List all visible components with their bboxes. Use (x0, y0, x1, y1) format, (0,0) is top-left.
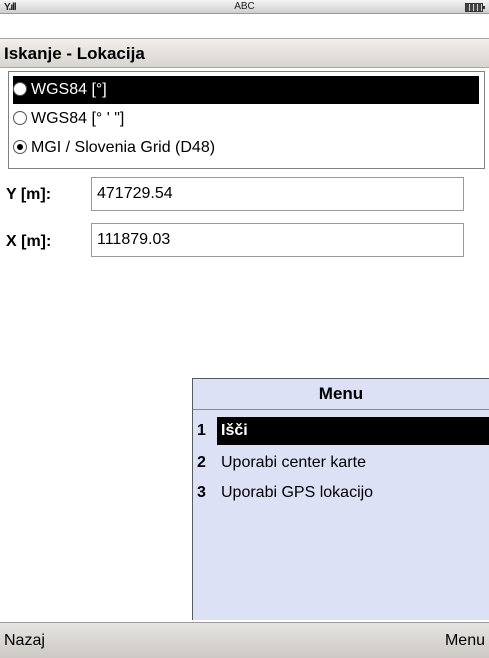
softkey-bar: Nazaj Menu (0, 622, 489, 658)
menu-item-label: Uporabi center karte (221, 454, 366, 471)
menu-softkey[interactable]: Menu (445, 623, 485, 658)
options-menu: Menu 1 Išči 2 Uporabi center karte 3 Upo… (192, 378, 489, 620)
menu-item-label: Uporabi GPS lokacijo (221, 484, 374, 501)
option-label: WGS84 [°] (31, 81, 107, 98)
menu-title: Menu (193, 379, 489, 410)
radio-unchecked-icon (13, 111, 27, 125)
coordinate-system-choice-group: WGS84 [°] WGS84 [° ' "] MGI / Slovenia G… (8, 71, 485, 169)
battery-icon (465, 3, 485, 12)
input-mode-indicator: ABC (234, 1, 255, 12)
radio-checked-icon (13, 140, 27, 154)
radio-unchecked-icon (13, 82, 27, 96)
x-coordinate-input[interactable]: 111879.03 (91, 223, 464, 257)
option-wgs84-degrees[interactable]: WGS84 [°] (13, 76, 479, 104)
menu-item-number: 1 (197, 422, 206, 439)
menu-item-uporabi-gps-lokacijo[interactable]: 3 Uporabi GPS lokacijo (193, 479, 489, 507)
option-label: MGI / Slovenia Grid (D48) (31, 139, 216, 156)
option-mgi-slovenia-grid[interactable]: MGI / Slovenia Grid (D48) (13, 134, 479, 162)
status-bar: Y.ıll ABC (0, 0, 489, 14)
x-field-label: X [m]: (6, 233, 52, 250)
menu-item-number: 2 (197, 454, 206, 471)
option-label: WGS84 [° ' "] (31, 110, 125, 127)
menu-item-isci[interactable]: 1 Išči (193, 417, 489, 445)
back-softkey[interactable]: Nazaj (4, 623, 45, 658)
y-coordinate-input[interactable]: 471729.54 (91, 177, 464, 211)
menu-item-label: Išči (217, 417, 489, 445)
menu-item-number: 3 (197, 484, 206, 501)
screen-title: Iskanje - Lokacija (0, 38, 489, 68)
y-field-label: Y [m]: (6, 186, 52, 203)
option-wgs84-dms[interactable]: WGS84 [° ' "] (13, 105, 479, 133)
menu-item-uporabi-center-karte[interactable]: 2 Uporabi center karte (193, 449, 489, 477)
